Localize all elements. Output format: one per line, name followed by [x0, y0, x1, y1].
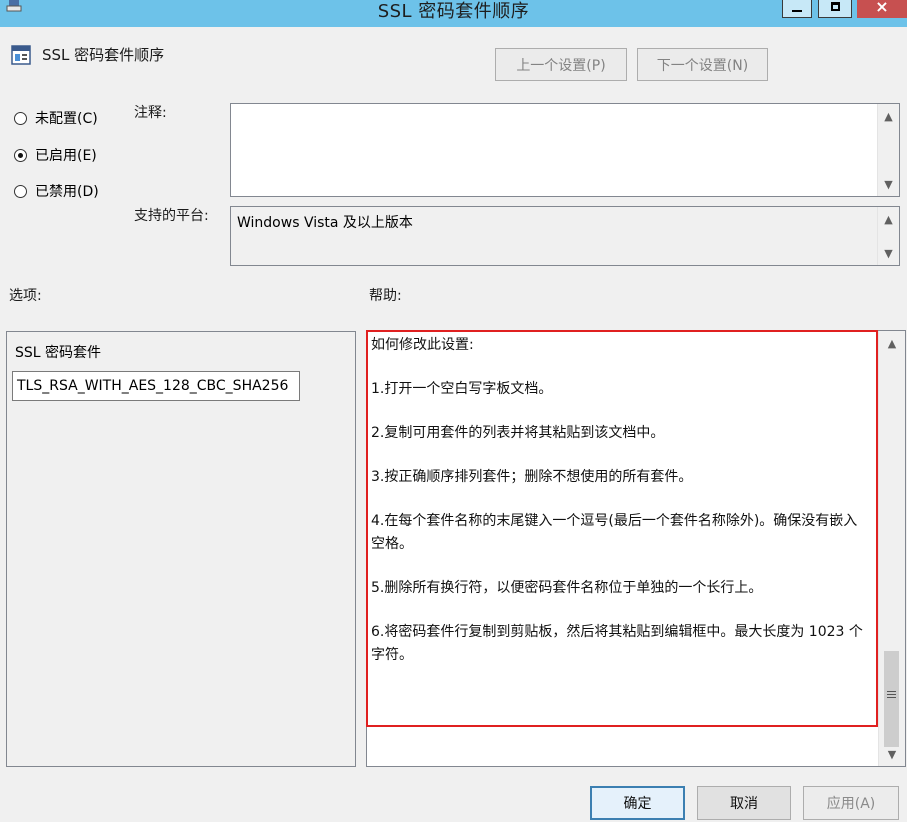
- scroll-down-icon[interactable]: ▼: [878, 243, 899, 263]
- comment-text: [231, 104, 899, 112]
- previous-setting-button[interactable]: 上一个设置(P): [495, 48, 627, 81]
- grip-icon: [884, 691, 899, 698]
- radio-indicator[interactable]: [14, 184, 27, 198]
- options-label: 选项:: [9, 288, 42, 304]
- close-icon: ×: [875, 0, 889, 16]
- scroll-thumb[interactable]: [884, 651, 899, 747]
- cipher-suites-input[interactable]: TLS_RSA_WITH_AES_128_CBC_SHA256: [12, 371, 300, 401]
- apply-button[interactable]: 应用(A): [803, 786, 899, 820]
- help-paragraph: 5.删除所有换行符，以便密码套件名称位于单独的一个长行上。: [371, 580, 763, 596]
- platform-field: Windows Vista 及以上版本 ▲ ▼: [230, 206, 900, 266]
- comment-scrollbar[interactable]: ▲ ▼: [877, 104, 899, 196]
- radio-disabled[interactable]: 已禁用(D): [14, 181, 99, 201]
- scroll-up-icon[interactable]: ▲: [878, 106, 899, 126]
- help-paragraph: 6.将密码套件行复制到剪贴板，然后将其粘贴到编辑框中。最大长度为 1023 个字…: [371, 624, 863, 663]
- radio-indicator[interactable]: [14, 111, 27, 125]
- help-text: 如何修改此设置: 1.打开一个空白写字板文档。 2.复制可用套件的列表并将其粘贴…: [371, 334, 871, 688]
- window-title: SSL 密码套件顺序: [377, 1, 530, 22]
- scroll-down-icon[interactable]: ▼: [879, 744, 905, 764]
- help-paragraph: 2.复制可用套件的列表并将其粘贴到该文档中。: [371, 425, 665, 441]
- scroll-up-icon[interactable]: ▲: [878, 209, 899, 229]
- comment-textarea[interactable]: ▲ ▼: [230, 103, 900, 197]
- help-paragraph: 4.在每个套件名称的末尾键入一个逗号(最后一个套件名称除外)。确保没有嵌入空格。: [371, 513, 858, 552]
- help-paragraph: 1.打开一个空白写字板文档。: [371, 381, 553, 397]
- scroll-down-icon[interactable]: ▼: [878, 174, 899, 194]
- policy-settings-icon: [11, 45, 31, 65]
- radio-label: 已禁用(D): [35, 184, 99, 200]
- cipher-suites-label: SSL 密码套件: [15, 345, 102, 361]
- radio-not-configured[interactable]: 未配置(C): [14, 108, 98, 128]
- restore-button[interactable]: [818, 0, 852, 18]
- radio-enabled[interactable]: 已启用(E): [14, 145, 97, 165]
- platform-scrollbar[interactable]: ▲ ▼: [877, 207, 899, 265]
- radio-label: 已启用(E): [35, 148, 97, 164]
- help-paragraph: 如何修改此设置:: [371, 337, 474, 353]
- help-label: 帮助:: [369, 288, 402, 304]
- radio-label: 未配置(C): [35, 111, 98, 127]
- title-bar: SSL 密码套件顺序 ×: [0, 0, 907, 27]
- help-paragraph: 3.按正确顺序排列套件；删除不想使用的所有套件。: [371, 469, 693, 485]
- platform-label: 支持的平台:: [134, 208, 209, 224]
- next-setting-button[interactable]: 下一个设置(N): [637, 48, 768, 81]
- ok-button[interactable]: 确定: [590, 786, 685, 820]
- minimize-button[interactable]: [782, 0, 812, 18]
- scroll-up-icon[interactable]: ▲: [879, 333, 905, 353]
- cancel-button[interactable]: 取消: [697, 786, 791, 820]
- platform-text: Windows Vista 及以上版本: [237, 215, 413, 231]
- comment-label: 注释:: [134, 105, 167, 121]
- help-scrollbar[interactable]: ▲ ▼: [878, 331, 905, 766]
- radio-indicator[interactable]: [14, 148, 27, 162]
- close-button[interactable]: ×: [857, 0, 907, 18]
- restore-icon: [830, 2, 840, 11]
- minimize-icon: [792, 9, 802, 12]
- policy-title: SSL 密码套件顺序: [42, 46, 165, 64]
